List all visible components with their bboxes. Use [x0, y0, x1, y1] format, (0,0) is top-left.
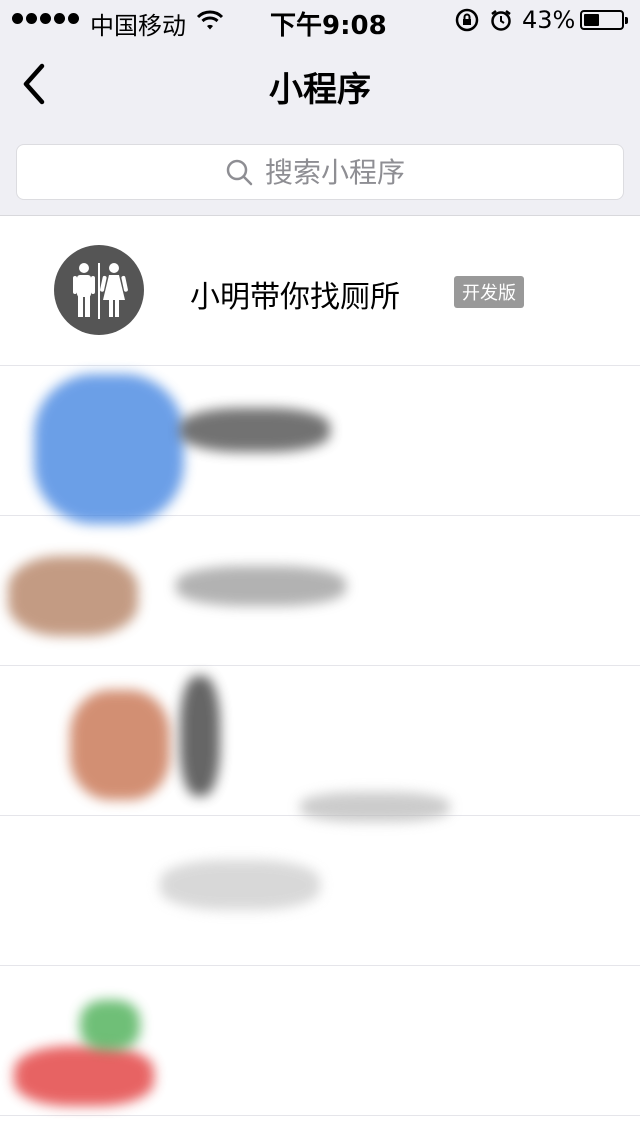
rotation-lock-icon: [455, 8, 479, 32]
list-item[interactable]: [0, 816, 640, 966]
battery-percentage: 43%: [522, 6, 576, 34]
wifi-icon: [196, 10, 224, 30]
status-bar: 中国移动 下午9:08 43%: [0, 0, 640, 41]
clock: 下午9:08: [270, 11, 387, 41]
search-bar[interactable]: [16, 144, 624, 200]
redacted-app-accent: [80, 1000, 140, 1050]
dev-version-badge: 开发版: [454, 276, 524, 308]
navigation-bar: 小程序: [0, 40, 640, 128]
search-icon: [226, 159, 253, 186]
list-item[interactable]: [0, 366, 640, 524]
redacted-app-icon: [34, 374, 184, 524]
redacted-app-icon: [14, 1046, 154, 1106]
mini-program-list: 小明带你找厕所 开发版: [0, 216, 640, 1116]
redacted-app-name: [180, 676, 220, 796]
redacted-app-name: [180, 408, 330, 452]
list-item[interactable]: 小明带你找厕所 开发版: [0, 216, 640, 366]
list-item[interactable]: [0, 966, 640, 1116]
mini-program-name: 小明带你找厕所: [190, 280, 400, 315]
page-title: 小程序: [269, 70, 371, 110]
alarm-icon: [491, 10, 511, 31]
battery-icon: [580, 10, 628, 30]
redacted-app-icon: [70, 690, 170, 800]
restroom-icon: [54, 245, 144, 335]
signal-strength-icon: [12, 13, 79, 24]
redacted-app-name: [176, 566, 346, 606]
search-input[interactable]: [265, 155, 415, 189]
carrier-label: 中国移动: [90, 12, 186, 40]
redacted-app-icon: [8, 556, 138, 636]
redacted-app-name: [160, 860, 320, 910]
list-item[interactable]: [0, 666, 640, 822]
search-bar-container: [0, 128, 640, 216]
list-item[interactable]: [0, 516, 640, 666]
